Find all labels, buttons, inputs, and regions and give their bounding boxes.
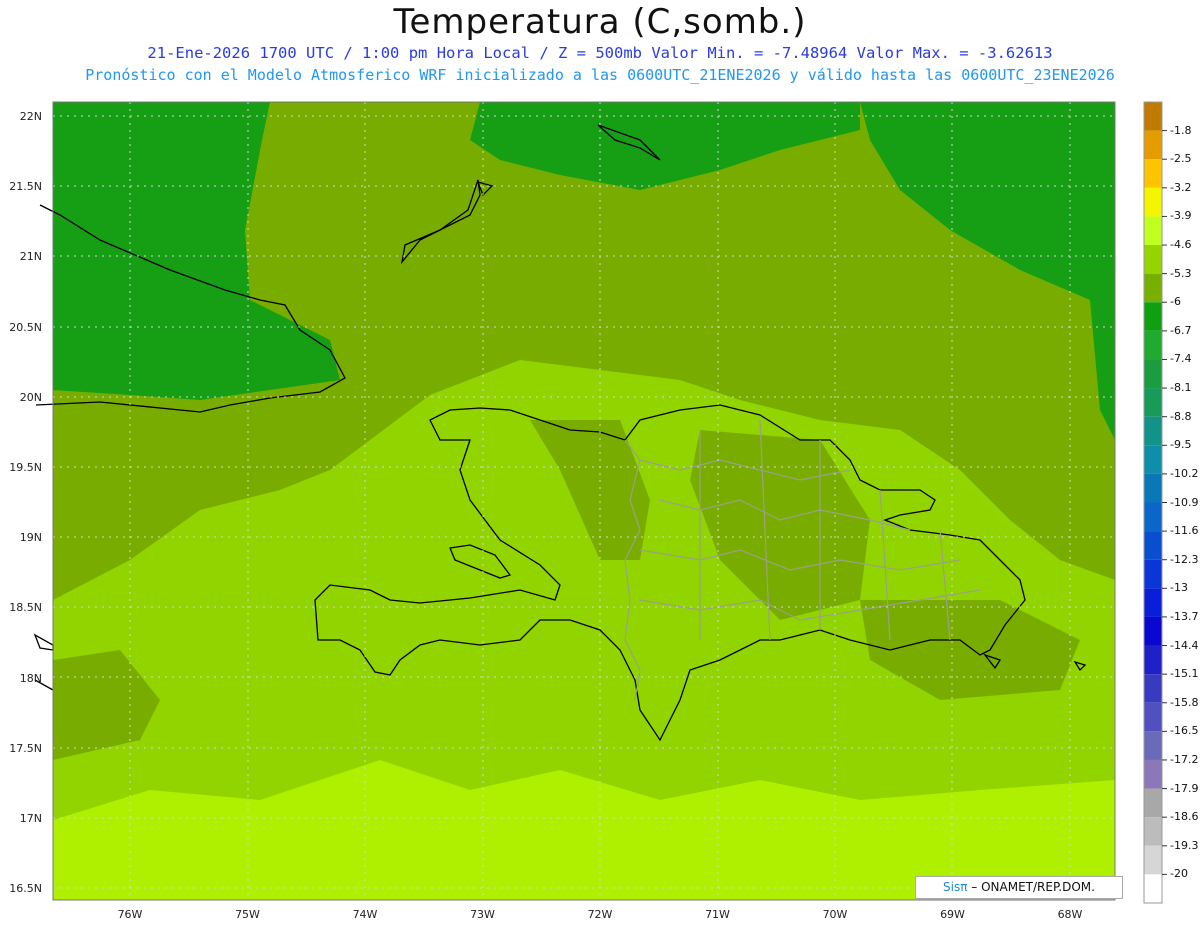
- colorbar-swatch: [1144, 445, 1162, 474]
- colorbar-label: -9.5: [1170, 438, 1192, 452]
- colorbar-swatch: [1144, 302, 1162, 331]
- longitude-label: 71W: [705, 908, 730, 921]
- latitude-label: 17.5N: [9, 741, 42, 755]
- colorbar-label: -4.6: [1170, 238, 1192, 252]
- colorbar-label: -3.2: [1170, 180, 1192, 194]
- colorbar-label: -13.7: [1170, 609, 1199, 623]
- latitude-label: 16.5N: [9, 882, 42, 896]
- colorbar-label: -15.8: [1170, 695, 1199, 709]
- colorbar-label: -11.6: [1170, 524, 1199, 538]
- longitude-label: 69W: [940, 908, 965, 921]
- colorbar-swatch: [1144, 645, 1162, 675]
- longitude-label: 73W: [470, 908, 495, 921]
- colorbar-swatch: [1144, 159, 1162, 188]
- colorbar-label: -17.2: [1170, 752, 1199, 766]
- latitude-label: 19.5N: [9, 461, 42, 474]
- colorbar-swatch: [1144, 788, 1162, 818]
- colorbar-label: -10.9: [1170, 495, 1199, 509]
- latitude-label: 19N: [19, 531, 42, 545]
- colorbar-label: -3.9: [1170, 209, 1192, 223]
- colorbar-swatch: [1144, 559, 1162, 589]
- latitude-label: 21N: [19, 250, 42, 264]
- colorbar-swatch: [1144, 702, 1162, 732]
- sispi-logo-text: Sisπ: [943, 880, 968, 894]
- colorbar-swatch: [1144, 102, 1162, 131]
- colorbar-swatch: [1144, 502, 1162, 532]
- colorbar-swatch: [1144, 817, 1162, 846]
- colorbar-label: -7.4: [1170, 352, 1192, 366]
- colorbar-label: -20: [1170, 867, 1188, 881]
- colorbar-label: -10.2: [1170, 466, 1199, 480]
- colorbar-label: -8.8: [1170, 409, 1192, 423]
- colorbar-label: -18.6: [1170, 810, 1199, 824]
- colorbar-swatch: [1144, 731, 1162, 760]
- colorbar-swatch: [1144, 874, 1162, 903]
- colorbar-label: -8.1: [1170, 381, 1192, 395]
- credit-org: – ONAMET/REP.DOM.: [967, 880, 1095, 894]
- longitude-label: 68W: [1057, 908, 1083, 921]
- colorbar-label: -19.3: [1170, 838, 1199, 852]
- colorbar-swatch: [1144, 330, 1162, 360]
- colorbar-swatch: [1144, 187, 1162, 217]
- colorbar-label: -5.3: [1170, 266, 1192, 280]
- latitude-label: 21.5N: [9, 180, 42, 194]
- colorbar-swatch: [1144, 245, 1162, 274]
- colorbar-label: -17.9: [1170, 781, 1199, 795]
- colorbar-label: -14.4: [1170, 638, 1199, 652]
- colorbar-label: -12.3: [1170, 552, 1199, 566]
- latitude-label: 20N: [19, 390, 42, 404]
- latitude-label: 20.5N: [9, 320, 42, 334]
- colorbar-label: -1.8: [1170, 123, 1192, 137]
- colorbar-label: -6: [1170, 295, 1181, 309]
- longitude-label: 70W: [822, 908, 848, 921]
- colorbar-label: -6.7: [1170, 323, 1192, 337]
- colorbar-label: -16.5: [1170, 724, 1199, 738]
- colorbar-swatch: [1144, 845, 1162, 875]
- credit-box: Sisπ – ONAMET/REP.DOM.: [915, 876, 1123, 899]
- colorbar-swatch: [1144, 759, 1162, 789]
- colorbar-swatch: [1144, 674, 1162, 703]
- colorbar-swatch: [1144, 616, 1162, 646]
- longitude-label: 74W: [352, 908, 378, 921]
- colorbar-swatch: [1144, 388, 1162, 417]
- colorbar-swatch: [1144, 273, 1162, 303]
- colorbar-swatch: [1144, 130, 1162, 160]
- colorbar-swatch: [1144, 531, 1162, 560]
- map-canvas: [33, 101, 1167, 904]
- colorbar-swatch: [1144, 588, 1162, 617]
- colorbar-label: -2.5: [1170, 152, 1192, 166]
- colorbar-swatch: [1144, 416, 1162, 446]
- latitude-label: 22N: [19, 110, 42, 123]
- colorbar-label: -15.1: [1170, 667, 1199, 681]
- longitude-label: 76W: [117, 908, 143, 921]
- longitude-label: 75W: [235, 908, 260, 921]
- latitude-label: 18.5N: [9, 601, 42, 615]
- colorbar-swatch: [1144, 359, 1162, 389]
- colorbar-swatch: [1144, 473, 1162, 503]
- colorbar-swatch: [1144, 216, 1162, 246]
- colorbar: [1143, 101, 1167, 904]
- latitude-label: 18N: [19, 671, 42, 685]
- latitude-label: 17N: [19, 812, 42, 825]
- longitude-label: 72W: [587, 908, 613, 921]
- colorbar-label: -13: [1170, 581, 1188, 595]
